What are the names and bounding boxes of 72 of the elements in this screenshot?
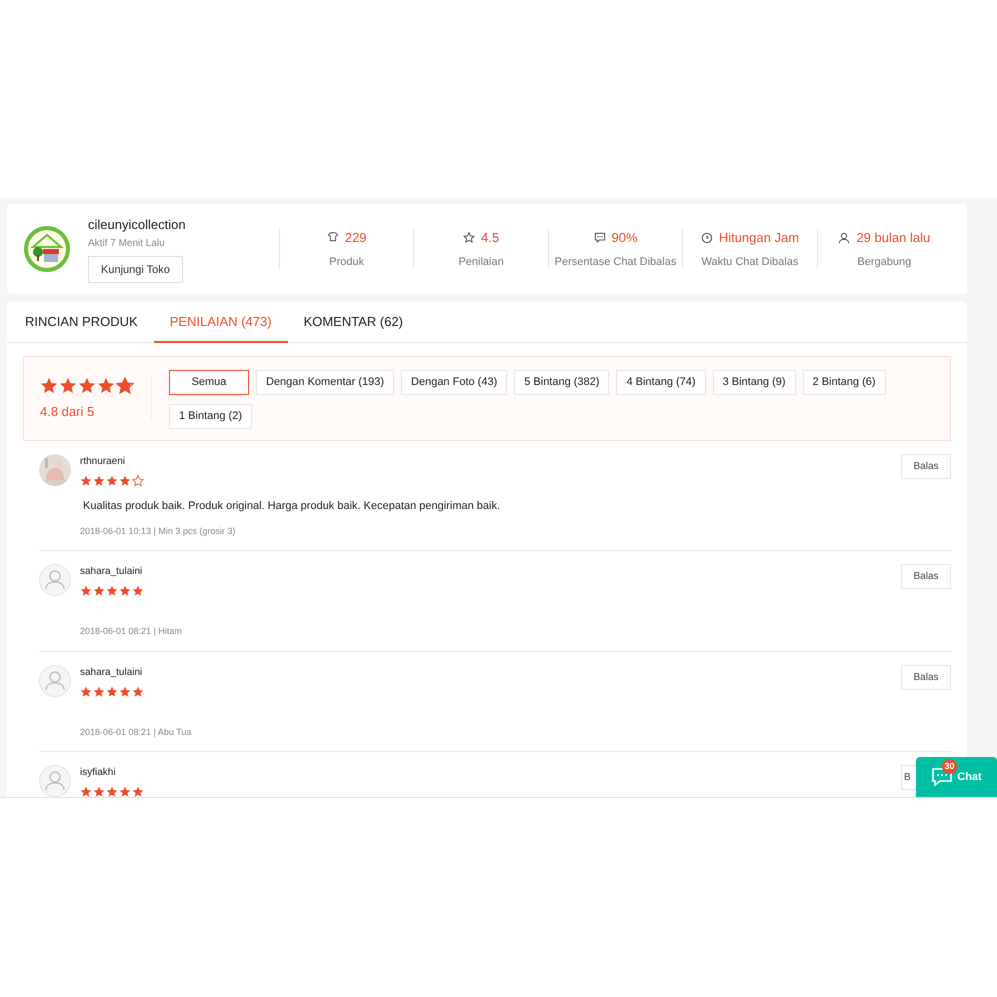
reply-button[interactable]: B — [901, 765, 916, 790]
stat-value: 29 bulan lalu — [856, 229, 930, 247]
reply-button[interactable]: Balas — [901, 664, 951, 690]
tab[interactable]: RINCIAN PRODUK — [9, 302, 154, 343]
star-icon — [80, 786, 92, 797]
unread-badge: 30 — [942, 759, 957, 774]
shop-status: Aktif 7 Menit Lalu — [88, 237, 165, 252]
review-meta: 2018-06-01 10:13 | Min 3 pcs (grosir 3) — [80, 524, 236, 538]
star-icon — [93, 475, 105, 487]
rating-score: 4.8 dari 5 — [40, 403, 96, 421]
tab[interactable]: PENILAIAN (473) — [154, 302, 288, 343]
chat-icon — [594, 232, 606, 244]
star-icon — [97, 377, 115, 395]
filter-button[interactable]: 5 Bintang (382) — [514, 370, 610, 395]
reply-button[interactable]: Balas — [901, 454, 951, 479]
shop-logo — [23, 225, 71, 273]
star-icon — [132, 786, 144, 797]
filter-button[interactable]: 3 Bintang (9) — [712, 370, 796, 395]
star-icon — [80, 475, 92, 487]
username: sahara_tulaini — [80, 666, 142, 680]
star-icon — [119, 475, 131, 487]
visit-shop-button[interactable]: Kunjungi Toko — [88, 256, 183, 284]
star-icon — [93, 786, 105, 797]
review-meta: 2018-06-01 08:21 | Hitam — [80, 625, 182, 638]
stat-value: 4.5 — [481, 229, 500, 247]
tab[interactable]: KOMENTAR (62) — [288, 302, 419, 343]
avatar-icon — [39, 564, 71, 596]
filter-button[interactable]: Semua — [169, 370, 249, 395]
star-icon — [106, 585, 118, 597]
star-icon — [106, 686, 118, 698]
review-text: Kualitas produk baik. Produk original. Harga produk baik. Kecepatan pengiriman baik. — [83, 499, 500, 514]
stat-label: Penilaian — [458, 254, 504, 270]
stat-label: Produk — [329, 254, 364, 270]
filter-button[interactable]: Dengan Komentar (193) — [256, 370, 394, 395]
avatar-icon — [39, 664, 71, 696]
username: isyfiakhi — [80, 766, 116, 780]
review-meta: 2018-06-01 08:21 | Abu Tua — [80, 726, 192, 739]
username: sahara_tulaini — [80, 565, 142, 579]
stat-value: 90% — [612, 229, 638, 247]
filter-button[interactable]: 1 Bintang (2) — [169, 404, 252, 429]
star-icon — [116, 377, 134, 395]
star-icon — [132, 585, 144, 597]
filter-button[interactable]: 4 Bintang (74) — [616, 370, 706, 395]
stat-label: Persentase Chat Dibalas — [554, 254, 676, 270]
stat-value: 229 — [344, 229, 367, 247]
star-icon — [463, 232, 476, 244]
chat-button[interactable]: Chat 30 — [916, 757, 997, 797]
stat-value: Hitungan Jam — [718, 229, 800, 247]
star-icon — [106, 786, 118, 797]
star-icon — [80, 686, 92, 698]
user-icon — [838, 232, 850, 244]
star-icon — [59, 377, 77, 395]
stat-label: Bergabung — [857, 254, 912, 270]
star-icon — [78, 377, 96, 395]
filter-button[interactable]: 2 Bintang (6) — [802, 370, 886, 395]
star-icon — [132, 475, 144, 487]
stat-label: Waktu Chat Dibalas — [702, 254, 798, 270]
reply-button[interactable]: Balas — [901, 564, 951, 589]
star-icon — [119, 686, 131, 698]
shop-name: cileunyicollection — [88, 216, 186, 234]
clock-icon — [700, 232, 713, 244]
star-icon — [80, 585, 92, 597]
star-icon — [93, 585, 105, 597]
shirt-icon — [326, 232, 339, 244]
filter-button[interactable]: Dengan Foto (43) — [401, 370, 508, 395]
star-icon — [119, 786, 131, 797]
star-icon — [119, 585, 131, 597]
star-icon — [40, 377, 58, 395]
star-icon — [93, 686, 105, 698]
star-icon — [132, 686, 144, 698]
star-icon — [106, 475, 118, 487]
username: rthnuraeni — [80, 455, 126, 469]
